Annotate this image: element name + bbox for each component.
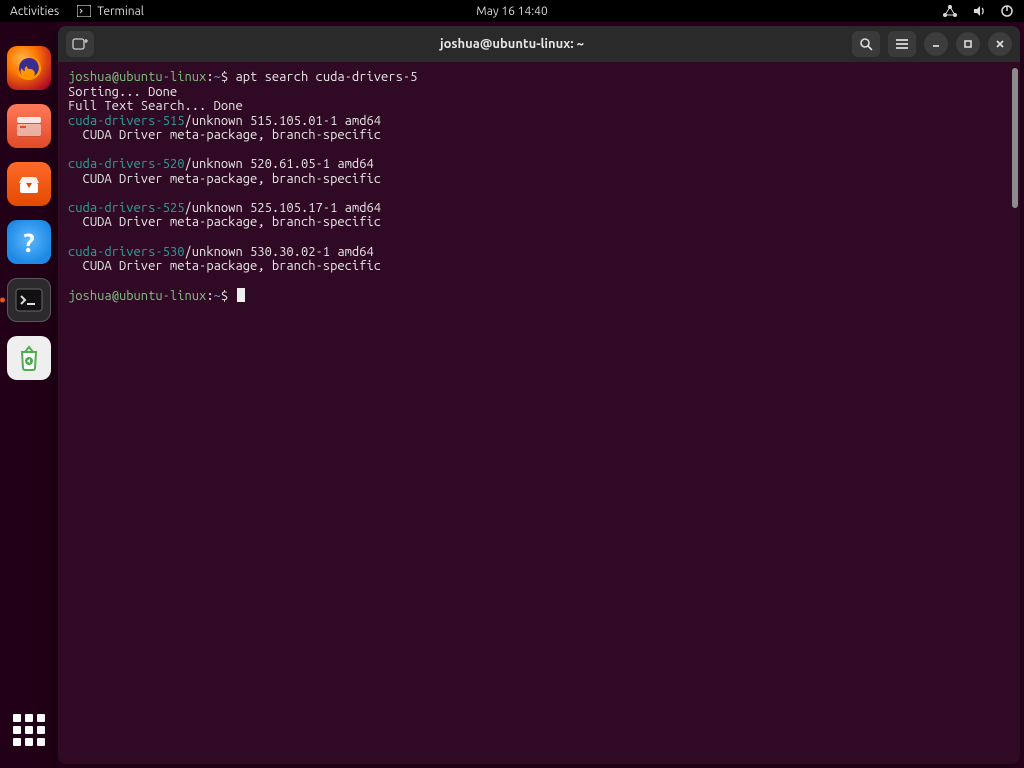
scrollbar-thumb[interactable] <box>1012 68 1018 208</box>
terminal-line: Sorting... Done <box>68 85 1010 100</box>
window-title: joshua@ubuntu-linux: ~ <box>440 37 584 51</box>
dock-item-firefox[interactable] <box>7 46 51 90</box>
top-bar: Activities Terminal May 16 14:40 <box>0 0 1024 22</box>
dock-item-show-apps[interactable] <box>7 708 51 752</box>
close-button[interactable] <box>988 32 1012 56</box>
active-app-label: Terminal <box>97 5 144 18</box>
hamburger-icon <box>895 38 909 50</box>
cursor <box>237 288 245 302</box>
files-icon <box>14 113 44 139</box>
dock-item-files[interactable] <box>7 104 51 148</box>
window-titlebar[interactable]: joshua@ubuntu-linux: ~ <box>58 26 1020 62</box>
search-icon <box>859 37 873 51</box>
close-icon <box>994 38 1006 50</box>
trash-icon <box>16 344 42 372</box>
dock-item-trash[interactable] <box>7 336 51 380</box>
terminal-line: Full Text Search... Done <box>68 99 1010 114</box>
firefox-icon <box>14 53 44 83</box>
search-button[interactable] <box>852 31 880 57</box>
terminal-line: CUDA Driver meta-package, branch-specifi… <box>68 172 1010 187</box>
terminal-line: CUDA Driver meta-package, branch-specifi… <box>68 128 1010 143</box>
dock-item-help[interactable]: ? <box>7 220 51 264</box>
terminal-icon <box>15 288 43 312</box>
terminal-line <box>68 274 1010 289</box>
terminal-viewport[interactable]: joshua@ubuntu-linux:~$ apt search cuda-d… <box>58 62 1020 764</box>
dock-item-terminal[interactable] <box>7 278 51 322</box>
network-icon[interactable] <box>942 4 958 18</box>
minimize-icon <box>930 38 942 50</box>
terminal-line: joshua@ubuntu-linux:~$ apt search cuda-d… <box>68 70 1010 85</box>
terminal-line: cuda-drivers-525/unknown 525.105.17-1 am… <box>68 201 1010 216</box>
terminal-line <box>68 230 1010 245</box>
dock: ? <box>0 22 58 768</box>
activities-button[interactable]: Activities <box>10 5 59 18</box>
terminal-window: joshua@ubuntu-linux: ~ joshua@u <box>58 26 1020 764</box>
terminal-mini-icon <box>77 5 91 17</box>
terminal-line: cuda-drivers-515/unknown 515.105.01-1 am… <box>68 114 1010 129</box>
menu-button[interactable] <box>888 31 916 57</box>
terminal-line: CUDA Driver meta-package, branch-specifi… <box>68 259 1010 274</box>
terminal-line: CUDA Driver meta-package, branch-specifi… <box>68 215 1010 230</box>
clock[interactable]: May 16 14:40 <box>476 5 547 18</box>
terminal-line <box>68 186 1010 201</box>
terminal-line <box>68 143 1010 158</box>
terminal-line: cuda-drivers-530/unknown 530.30.02-1 amd… <box>68 245 1010 260</box>
dock-item-software[interactable] <box>7 162 51 206</box>
volume-icon[interactable] <box>972 4 986 18</box>
software-icon <box>14 169 44 199</box>
minimize-button[interactable] <box>924 32 948 56</box>
power-icon[interactable] <box>1000 4 1014 18</box>
terminal-line: cuda-drivers-520/unknown 520.61.05-1 amd… <box>68 157 1010 172</box>
terminal-prompt-line: joshua@ubuntu-linux:~$ <box>68 288 1010 304</box>
new-tab-icon <box>72 37 88 51</box>
maximize-icon <box>962 38 974 50</box>
new-tab-button[interactable] <box>66 31 94 57</box>
maximize-button[interactable] <box>956 32 980 56</box>
active-app-indicator[interactable]: Terminal <box>77 5 144 18</box>
help-icon: ? <box>23 228 34 257</box>
